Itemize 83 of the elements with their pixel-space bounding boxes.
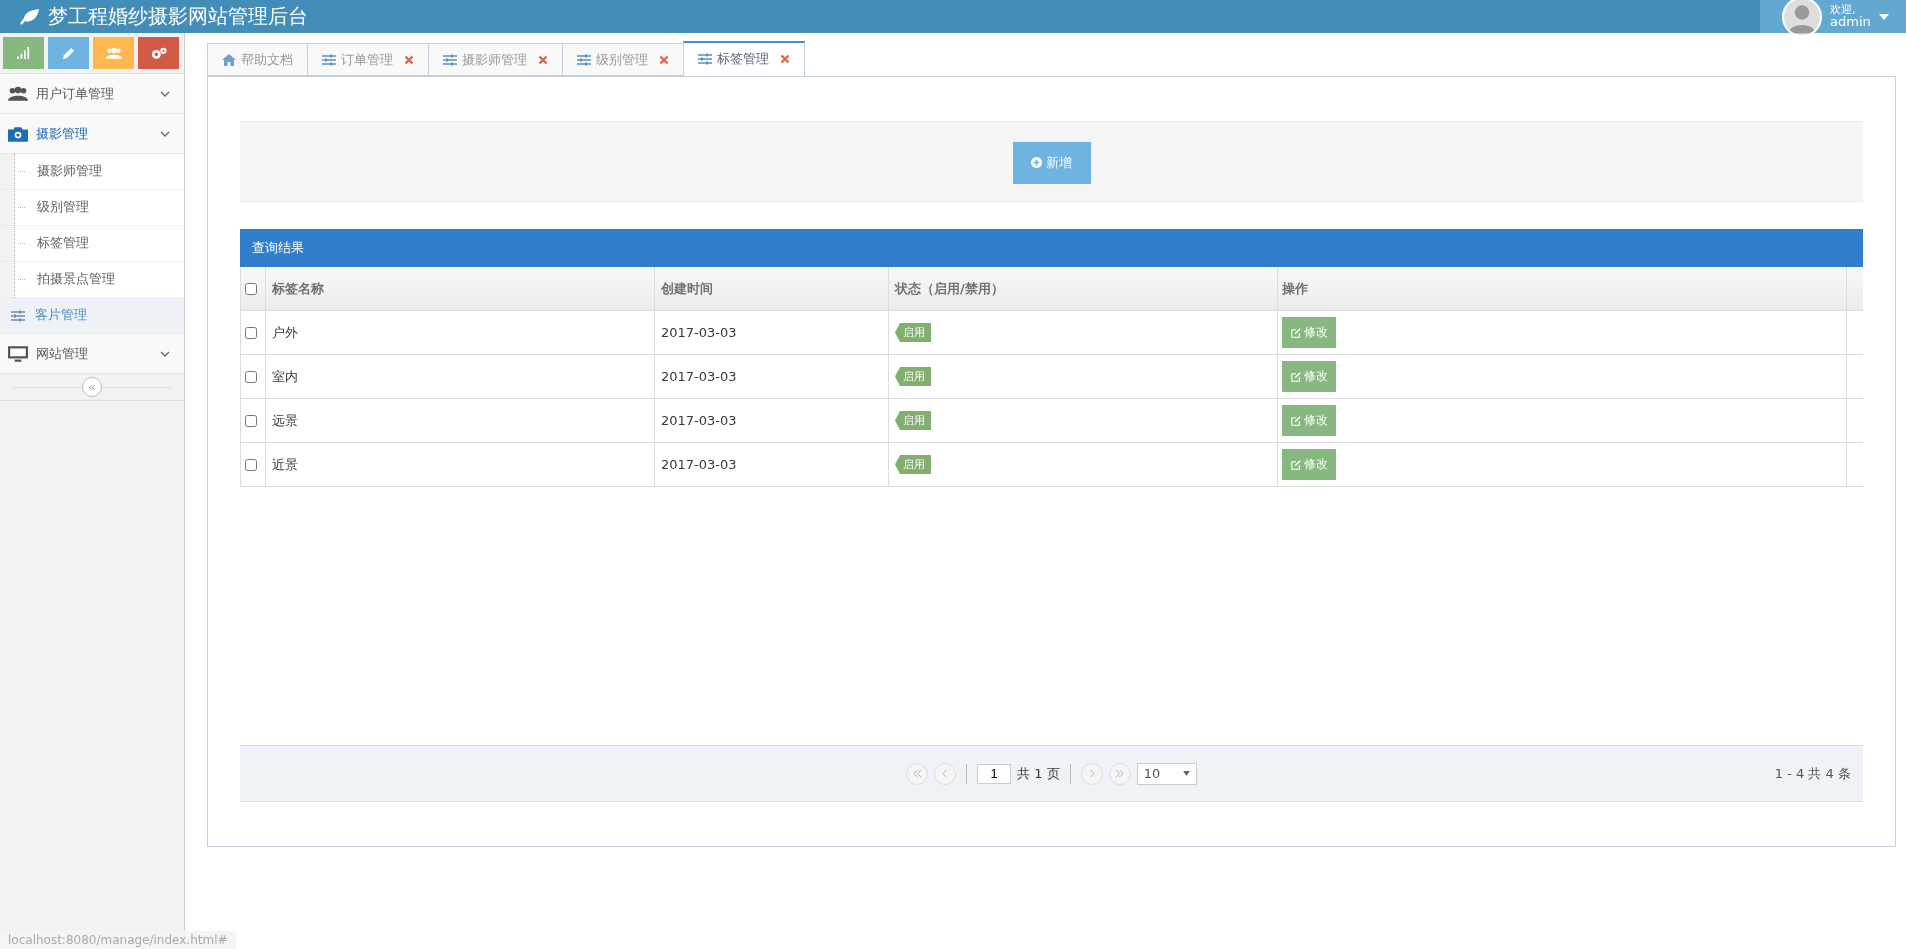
- collapse-button[interactable]: «: [82, 377, 102, 397]
- row-checkbox[interactable]: [245, 414, 257, 427]
- edit-icon: [1290, 327, 1301, 338]
- close-icon[interactable]: [780, 54, 790, 64]
- chevron-icon: [160, 130, 170, 137]
- close-icon[interactable]: [404, 54, 414, 65]
- shortcut-button[interactable]: [138, 37, 179, 69]
- shortcut-button[interactable]: [48, 37, 89, 69]
- page-size-select[interactable]: 10: [1136, 762, 1197, 785]
- app-title: 梦工程婚纱摄影网站管理后台: [48, 3, 308, 30]
- table-cell: 近景: [266, 443, 655, 486]
- sliders-icon: [443, 53, 457, 66]
- row-checkbox[interactable]: [245, 370, 257, 383]
- table-cell: 室内: [266, 355, 655, 398]
- tab[interactable]: 级别管理: [562, 43, 683, 76]
- double-chevron-right-icon: [1115, 769, 1125, 778]
- plus-circle-icon: [1031, 157, 1042, 168]
- table-cell: 2017-03-03: [655, 311, 889, 354]
- sliders-icon: [577, 53, 591, 66]
- users-icon: [8, 85, 28, 102]
- sliders-icon: [11, 309, 25, 322]
- sliders-icon: [322, 53, 336, 66]
- add-button[interactable]: 新增: [1012, 141, 1091, 184]
- chevron-icon: [160, 350, 170, 357]
- close-icon[interactable]: [538, 54, 548, 65]
- record-summary: 1 - 4 共 4 条: [1774, 764, 1851, 783]
- menu-item[interactable]: 用户订单管理: [0, 74, 184, 114]
- edit-button[interactable]: 修改: [1282, 361, 1336, 392]
- column-header: 标签名称: [266, 267, 655, 310]
- tab[interactable]: 帮助文档: [207, 43, 307, 76]
- edit-button[interactable]: 修改: [1282, 317, 1336, 348]
- tab[interactable]: 摄影师管理: [428, 43, 562, 76]
- submenu-item[interactable]: 标签管理: [1, 226, 184, 262]
- column-header: 操作: [1278, 267, 1847, 310]
- table-title: 查询结果: [252, 239, 304, 257]
- table-cell: 2017-03-03: [655, 355, 889, 398]
- row-checkbox[interactable]: [245, 326, 257, 339]
- shortcut-button[interactable]: [3, 37, 44, 69]
- submenu-item[interactable]: 摄影师管理: [1, 154, 184, 190]
- status-tag: 启用: [895, 323, 931, 342]
- page-count: 共 1 页: [1017, 764, 1060, 783]
- select-all-checkbox[interactable]: [245, 282, 257, 295]
- status-tag: 启用: [895, 367, 931, 386]
- menu-item[interactable]: 摄影管理: [0, 114, 184, 154]
- edit-icon: [1290, 459, 1301, 470]
- edit-button[interactable]: 修改: [1282, 449, 1336, 480]
- camera-icon: [8, 125, 28, 142]
- menu-item[interactable]: 网站管理: [0, 334, 184, 374]
- table-cell: 2017-03-03: [655, 443, 889, 486]
- signal-bars-icon: [16, 47, 31, 59]
- chevron-left-icon: [940, 769, 950, 778]
- column-header: 状态（启用/禁用）: [889, 267, 1278, 310]
- submenu-item[interactable]: 级别管理: [1, 190, 184, 226]
- edit-icon: [1290, 371, 1301, 382]
- sliders-icon: [698, 53, 712, 65]
- close-icon[interactable]: [659, 54, 669, 65]
- monitor-icon: [8, 345, 28, 362]
- greeting-text: 欢迎,: [1830, 4, 1857, 15]
- users-icon: [105, 46, 122, 60]
- pencil-icon: [62, 46, 75, 60]
- edit-button[interactable]: 修改: [1282, 405, 1336, 436]
- submenu-item[interactable]: 客片管理: [1, 298, 184, 334]
- status-tag: 启用: [895, 455, 931, 474]
- row-checkbox[interactable]: [245, 458, 257, 471]
- tab[interactable]: 订单管理: [307, 43, 428, 76]
- double-chevron-left-icon: [912, 769, 922, 778]
- home-icon: [222, 53, 236, 66]
- table-cell: 2017-03-03: [655, 399, 889, 442]
- shortcut-button[interactable]: [93, 37, 134, 69]
- chevron-right-icon: [1087, 769, 1097, 778]
- user-name: admin: [1830, 15, 1871, 29]
- column-header: 创建时间: [655, 267, 889, 310]
- status-tag: 启用: [895, 411, 931, 430]
- leaf-icon: [18, 7, 40, 26]
- tab[interactable]: 标签管理: [683, 41, 805, 77]
- table-cell: 户外: [266, 311, 655, 354]
- chevron-icon: [160, 90, 170, 97]
- table-cell: 远景: [266, 399, 655, 442]
- gears-icon: [150, 46, 167, 60]
- caret-icon: [1182, 771, 1190, 776]
- edit-icon: [1290, 415, 1301, 426]
- page-input[interactable]: 1: [977, 763, 1012, 784]
- caret-icon: [1878, 13, 1889, 20]
